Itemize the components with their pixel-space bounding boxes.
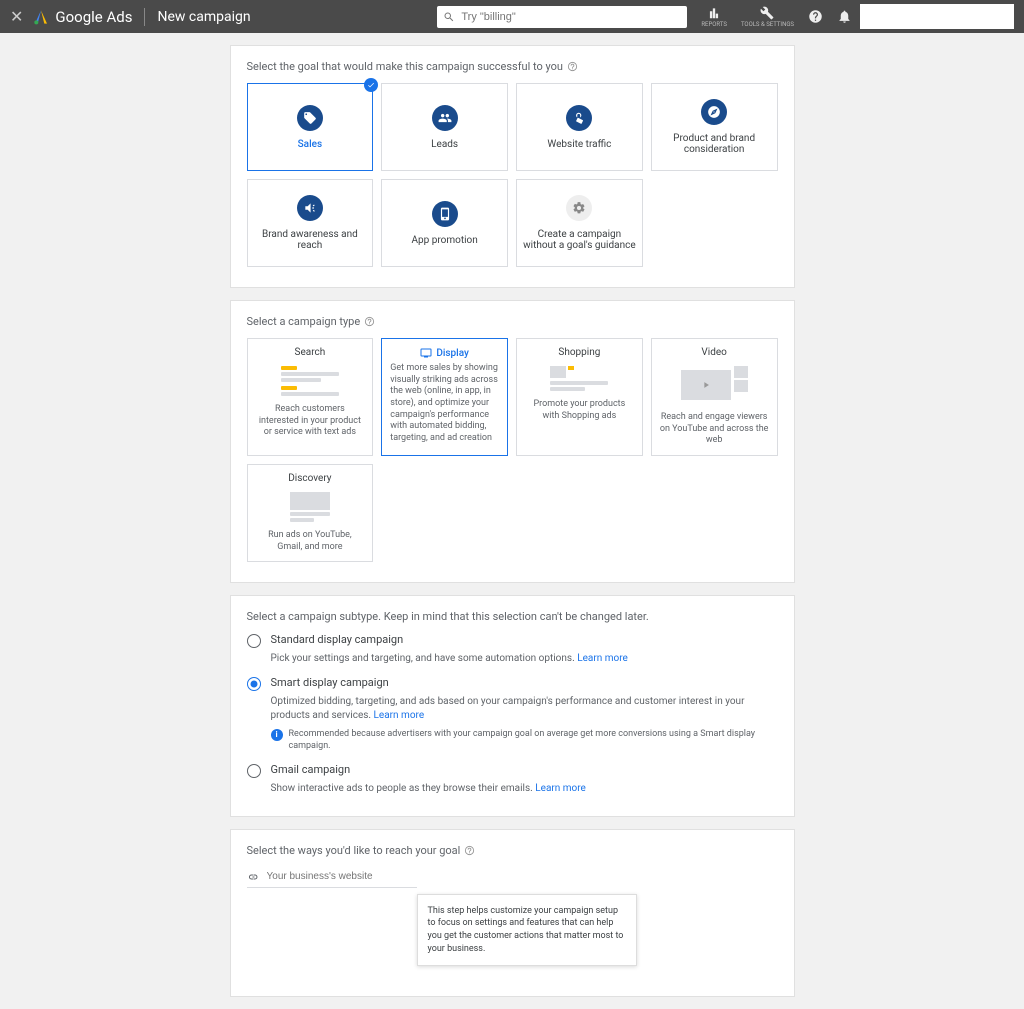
type-video[interactable]: Video Reach and engage viewers on YouTub…	[651, 338, 778, 456]
goal-brand-awareness[interactable]: Brand awareness and reach	[247, 179, 374, 267]
link-icon	[247, 871, 259, 883]
search-input-wrapper[interactable]	[437, 6, 687, 28]
help-icon[interactable]	[567, 61, 578, 72]
subtypes-card: Select a campaign subtype. Keep in mind …	[230, 595, 795, 816]
discovery-ad-mock	[290, 492, 330, 524]
type-shopping[interactable]: Shopping Promote your products with Shop…	[516, 338, 643, 456]
subtype-standard[interactable]: Standard display campaign	[247, 633, 778, 648]
header-divider	[144, 8, 145, 26]
radio-icon	[247, 634, 261, 648]
wrench-icon	[760, 6, 774, 20]
compass-icon	[701, 99, 727, 125]
account-box[interactable]	[860, 4, 1014, 29]
video-ad-mock	[681, 366, 748, 406]
goal-app-promotion[interactable]: App promotion	[381, 179, 508, 267]
main-column: Select the goal that would make this cam…	[230, 45, 795, 997]
help-icon[interactable]	[364, 316, 375, 327]
close-icon[interactable]: ✕	[10, 7, 23, 26]
megaphone-icon	[297, 195, 323, 221]
subtype-smart-desc: Optimized bidding, targeting, and ads ba…	[271, 695, 778, 723]
goal-no-goal[interactable]: Create a campaign without a goal's guida…	[516, 179, 643, 267]
website-field[interactable]	[247, 867, 417, 888]
phone-icon	[432, 201, 458, 227]
play-icon	[701, 380, 711, 390]
goal-leads[interactable]: Leads	[381, 83, 508, 171]
reports-button[interactable]: Reports	[701, 6, 727, 28]
goal-website-traffic[interactable]: Website traffic	[516, 83, 643, 171]
app-header: ✕ Google Ads New campaign Reports Tools …	[0, 0, 1024, 33]
goals-title: Select the goal that would make this cam…	[247, 60, 778, 73]
goals-card: Select the goal that would make this cam…	[230, 45, 795, 288]
type-search[interactable]: Search Reach customers interested in you…	[247, 338, 374, 456]
tooltip-popover: This step helps customize your campaign …	[417, 894, 637, 966]
people-icon	[432, 105, 458, 131]
type-display[interactable]: Display Get more sales by showing visual…	[381, 338, 508, 456]
notifications-button[interactable]	[837, 9, 852, 24]
check-icon	[364, 78, 378, 92]
subtype-smart-note: i Recommended because advertisers with y…	[271, 729, 778, 752]
shopping-ad-mock	[550, 366, 608, 393]
help-icon[interactable]	[464, 845, 475, 856]
goal-product-brand[interactable]: Product and brand consideration	[651, 83, 778, 171]
subtype-standard-desc: Pick your settings and targeting, and ha…	[271, 652, 778, 666]
brand-title: Google Ads	[55, 8, 132, 26]
goal-sales[interactable]: Sales	[247, 83, 374, 171]
subtype-smart[interactable]: Smart display campaign	[247, 676, 778, 691]
search-icon	[443, 11, 455, 23]
type-discovery[interactable]: Discovery Run ads on YouTube, Gmail, and…	[247, 464, 374, 562]
learn-more-link[interactable]: Learn more	[535, 783, 586, 794]
bell-icon	[837, 9, 852, 24]
types-card: Select a campaign type Search Reach cust…	[230, 300, 795, 583]
subtype-gmail-desc: Show interactive ads to people as they b…	[271, 782, 778, 796]
click-icon	[566, 105, 592, 131]
learn-more-link[interactable]: Learn more	[577, 653, 628, 664]
search-ad-mock	[281, 366, 339, 398]
help-icon	[808, 9, 823, 24]
info-icon: i	[271, 729, 283, 741]
types-title: Select a campaign type	[247, 315, 778, 328]
subtype-gmail[interactable]: Gmail campaign	[247, 763, 778, 778]
reach-title: Select the ways you'd like to reach your…	[247, 844, 778, 857]
learn-more-link[interactable]: Learn more	[374, 710, 425, 721]
radio-icon	[247, 677, 261, 691]
gear-icon	[566, 195, 592, 221]
help-button[interactable]	[808, 9, 823, 24]
display-icon	[420, 347, 432, 359]
radio-icon	[247, 764, 261, 778]
tag-icon	[297, 105, 323, 131]
types-grid-row2: Discovery Run ads on YouTube, Gmail, and…	[247, 464, 778, 562]
tools-button[interactable]: Tools & Settings	[741, 6, 794, 28]
google-ads-logo-icon	[33, 9, 49, 25]
goals-grid: Sales Leads Website traffic Product and …	[247, 83, 778, 267]
types-grid: Search Reach customers interested in you…	[247, 338, 778, 456]
reports-icon	[707, 6, 721, 20]
subtypes-title: Select a campaign subtype. Keep in mind …	[247, 610, 778, 623]
website-input[interactable]	[267, 871, 417, 882]
reach-card: Select the ways you'd like to reach your…	[230, 829, 795, 997]
breadcrumb: New campaign	[157, 9, 250, 25]
search-input[interactable]	[461, 11, 681, 23]
